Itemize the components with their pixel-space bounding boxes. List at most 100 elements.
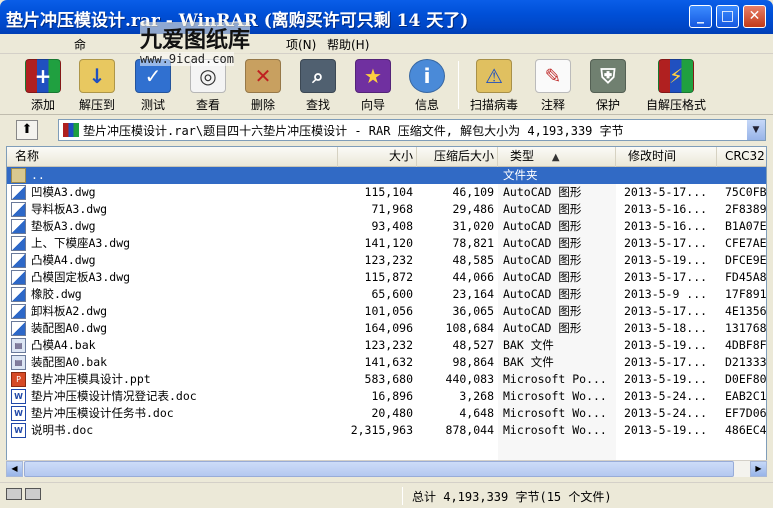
table-row[interactable]: 卸料板A2.dwg 101,056 36,065 AutoCAD 图形 2013-5-1… xyxy=(7,303,767,320)
table-row[interactable]: 橡胶.dwg 65,600 23,164 AutoCAD 图形 2013-5-9 ...… xyxy=(7,286,766,303)
table-row[interactable]: W 垫片冲压模设计任务书.doc 20,480 4,648 Microsoft Wo..… xyxy=(7,405,767,422)
minimize-button[interactable]: _ xyxy=(689,5,712,28)
file-name: 导料板A3.dwg xyxy=(31,202,108,216)
table-row[interactable]: 垫板A3.dwg 93,408 31,020 AutoCAD 图形 2013-5-16.… xyxy=(7,218,766,235)
add-button[interactable]: + 添加 xyxy=(20,57,66,113)
table-row[interactable]: ▤ 装配图A0.bak 141,632 98,864 BAK 文件 2013-5-17..… xyxy=(7,354,767,371)
watermark-logo xyxy=(0,0,140,58)
table-row[interactable]: 凸模A4.dwg 123,232 48,585 AutoCAD 图形 2013-5-19… xyxy=(7,252,766,269)
file-crc: CFE7AE xyxy=(725,236,767,250)
close-button[interactable]: ✕ xyxy=(743,5,766,28)
table-row[interactable]: W 说明书.doc 2,315,963 878,044 Microsoft Wo... 2… xyxy=(7,422,766,439)
doc-file-icon: W xyxy=(11,423,26,438)
table-row[interactable]: 导料板A3.dwg 71,968 29,486 AutoCAD 图形 2013-5-16… xyxy=(7,201,767,218)
file-type: Microsoft Wo... xyxy=(503,406,607,420)
comment-label: 注释 xyxy=(540,98,565,112)
file-crc xyxy=(725,168,766,184)
file-crc: 2F8389 xyxy=(725,202,767,216)
find-button[interactable]: ⌕ 查找 xyxy=(295,57,341,113)
column-size[interactable]: 大小 xyxy=(338,147,417,167)
file-modified: 2013-5-17... xyxy=(624,236,708,250)
up-arrow-icon[interactable]: ⬆ xyxy=(16,120,38,140)
info-label: 信息 xyxy=(414,98,439,112)
virus-scan-label: 扫描病毒 xyxy=(469,98,518,112)
file-modified: 2013-5-17... xyxy=(624,185,708,199)
file-type: BAK 文件 xyxy=(503,355,554,369)
table-row[interactable]: P 垫片冲压模具设计.ppt 583,680 440,083 Microsoft Po.… xyxy=(7,371,766,388)
chevron-down-icon[interactable]: ▼ xyxy=(747,120,765,140)
file-size: 2,315,963 xyxy=(350,423,413,437)
sfx-icon: ⚡ xyxy=(658,59,694,93)
drive-icon[interactable] xyxy=(6,488,22,500)
protect-button[interactable]: ⛨ 保护 xyxy=(585,57,631,113)
file-crc: 4E1356 xyxy=(725,304,767,318)
sfx-label: 自解压格式 xyxy=(645,98,706,112)
delete-button[interactable]: ✕ 删除 xyxy=(240,57,286,113)
info-icon: i xyxy=(409,59,445,93)
column-modified[interactable]: 修改时间 xyxy=(616,147,717,167)
virus-scan-icon: ⚠ xyxy=(476,59,512,93)
address-field[interactable]: 垫片冲压模设计.rar\题目四十六垫片冲压模设计 - RAR 压缩文件, 解包大… xyxy=(58,119,766,141)
menu-help[interactable]: 帮助(H) xyxy=(327,36,369,53)
comment-button[interactable]: ✎ 注释 xyxy=(530,57,576,113)
file-crc: EAB2C1 xyxy=(725,389,767,403)
dwg-file-icon xyxy=(11,270,26,285)
file-crc: D21333 xyxy=(725,355,767,369)
table-row[interactable]: 凸模固定板A3.dwg 115,872 44,066 AutoCAD 图形 2013-5… xyxy=(7,269,766,286)
scroll-thumb[interactable] xyxy=(24,461,734,477)
dwg-file-icon xyxy=(11,219,26,234)
file-packed-size: 48,585 xyxy=(452,253,494,267)
file-list[interactable]: 名称 大小 压缩后大小 类型 ▲ 修改时间 CRC32 .. 文件夹 凹模A3.dw… xyxy=(6,146,767,476)
column-packed[interactable]: 压缩后大小 xyxy=(417,147,498,167)
wizard-button[interactable]: ★ 向导 xyxy=(350,57,396,113)
file-type: Microsoft Wo... xyxy=(503,423,607,437)
file-size xyxy=(338,168,413,184)
file-size: 93,408 xyxy=(371,219,413,233)
file-modified xyxy=(624,168,716,184)
file-name: 装配图A0.dwg xyxy=(31,321,108,335)
column-crc[interactable]: CRC32 xyxy=(717,147,766,167)
file-crc: EF7D06 xyxy=(725,406,767,420)
extract-to-label: 解压到 xyxy=(78,98,115,112)
dwg-file-icon xyxy=(11,321,26,336)
file-modified: 2013-5-17... xyxy=(624,355,708,369)
menu-options[interactable]: 项(N) xyxy=(286,36,316,53)
file-modified: 2013-5-18... xyxy=(624,321,708,335)
table-row[interactable]: 装配图A0.dwg 164,096 108,684 AutoCAD 图形 2013-5-… xyxy=(7,320,766,337)
sfx-button[interactable]: ⚡ 自解压格式 xyxy=(638,57,714,113)
horizontal-scrollbar[interactable]: ◀ ▶ xyxy=(6,460,767,477)
dwg-file-icon xyxy=(11,287,26,302)
file-size: 115,104 xyxy=(364,185,413,199)
virus-scan-button[interactable]: ⚠ 扫描病毒 xyxy=(464,57,524,113)
sort-arrow-icon: ▲ xyxy=(551,152,560,163)
doc-file-icon: W xyxy=(11,389,26,404)
scroll-left-icon[interactable]: ◀ xyxy=(6,461,23,477)
file-modified: 2013-5-17... xyxy=(624,304,708,318)
file-type: Microsoft Po... xyxy=(503,372,607,386)
table-row[interactable]: ▤ 凸模A4.bak 123,232 48,527 BAK 文件 2013-5-19...… xyxy=(7,337,766,354)
extract-to-button[interactable]: ↓ 解压到 xyxy=(74,57,120,113)
table-row[interactable]: W 垫片冲压模设计情况登记表.doc 16,896 3,268 Microsoft Wo… xyxy=(7,388,767,405)
table-row[interactable]: 上、下模座A3.dwg 141,120 78,821 AutoCAD 图形 2013-5… xyxy=(7,235,767,252)
key-icon[interactable] xyxy=(25,488,41,500)
file-modified: 2013-5-24... xyxy=(624,406,708,420)
find-icon: ⌕ xyxy=(300,59,336,93)
file-crc: 75C0FB xyxy=(725,185,767,199)
file-modified: 2013-5-17... xyxy=(624,270,708,284)
table-row[interactable]: 凹模A3.dwg 115,104 46,109 AutoCAD 图形 2013-5-17… xyxy=(7,184,767,201)
file-type: AutoCAD 图形 xyxy=(503,236,582,250)
file-type: AutoCAD 图形 xyxy=(503,185,582,199)
file-packed-size: 108,684 xyxy=(445,321,494,335)
delete-icon: ✕ xyxy=(245,59,281,93)
file-packed-size: 44,066 xyxy=(452,270,494,284)
column-name[interactable]: 名称 xyxy=(7,147,338,167)
scroll-right-icon[interactable]: ▶ xyxy=(750,461,767,477)
file-name: 垫片冲压模具设计.ppt xyxy=(31,372,151,386)
maximize-button[interactable]: □ xyxy=(716,5,739,28)
status-icons xyxy=(6,488,46,502)
info-button[interactable]: i 信息 xyxy=(404,57,450,113)
column-type[interactable]: 类型 ▲ xyxy=(498,147,616,167)
file-packed-size: 48,527 xyxy=(452,338,494,352)
parent-folder-row[interactable]: .. 文件夹 xyxy=(7,167,766,184)
file-name: 凹模A3.dwg xyxy=(31,185,96,199)
